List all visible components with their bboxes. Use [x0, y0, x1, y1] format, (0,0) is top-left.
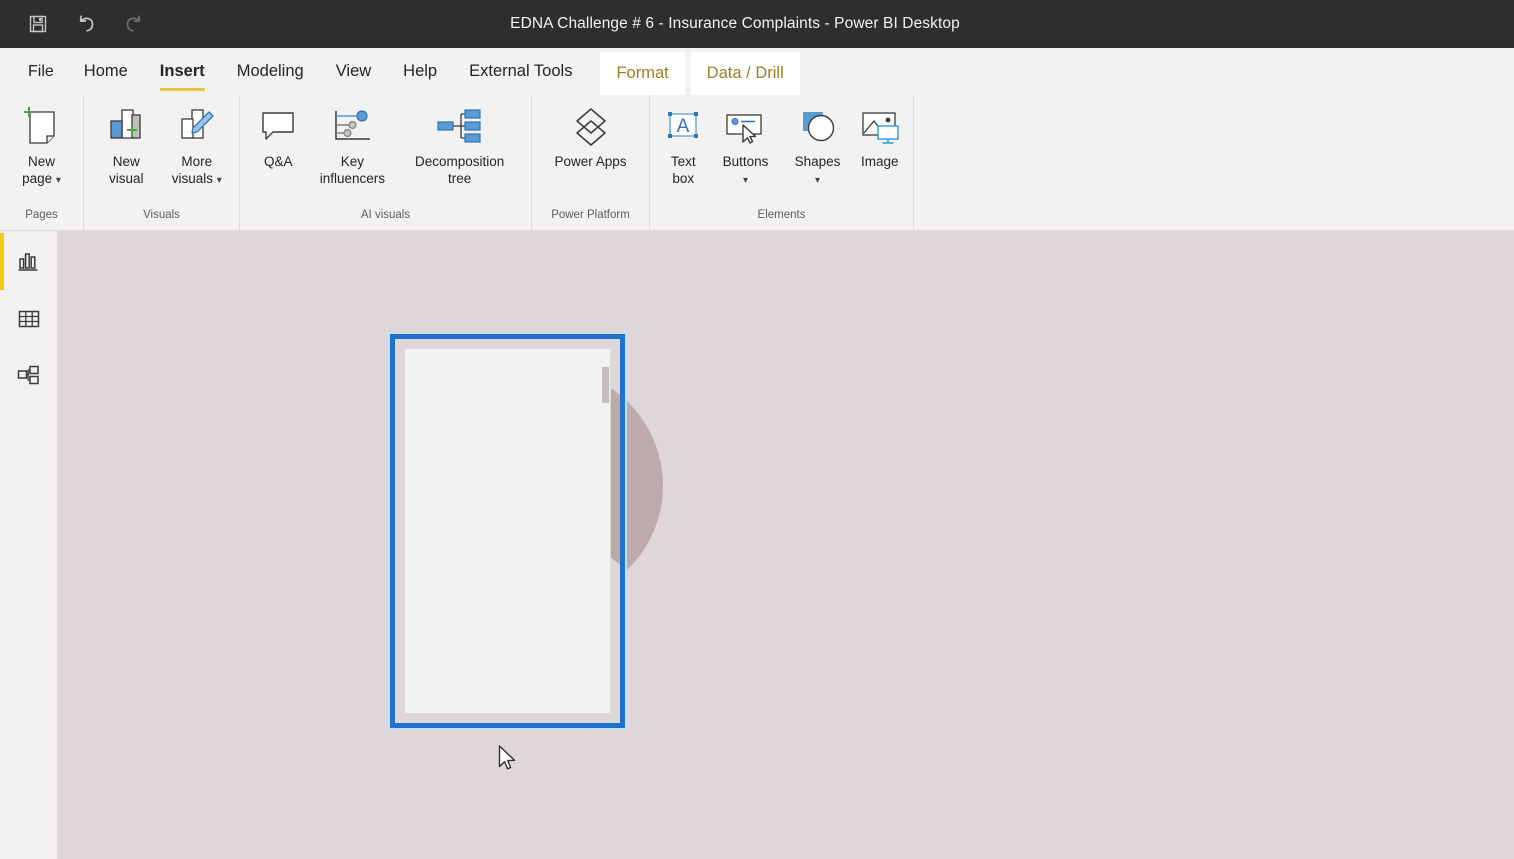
more-visuals-label: More visuals ▾ [171, 154, 222, 186]
ribbon-group-visuals: New visual More visuals ▾ Visuals [84, 95, 240, 230]
new-page-button[interactable]: New page ▾ [8, 101, 75, 197]
key-influencers-button[interactable]: Key influencers [310, 101, 394, 197]
ribbon-tabstrip: File Home Insert Modeling View Help Exte… [0, 48, 1514, 95]
visual-scrollbar[interactable] [602, 367, 609, 403]
new-page-label: New page ▾ [22, 154, 61, 186]
ribbon-body: New page ▾ Pages New visual More visuals… [0, 95, 1514, 231]
image-icon [855, 105, 905, 151]
save-icon [29, 15, 47, 33]
tab-modeling[interactable]: Modeling [221, 48, 320, 95]
new-visual-button[interactable]: New visual [92, 101, 161, 197]
tab-data-drill[interactable]: Data / Drill [690, 52, 800, 95]
key-influencers-icon [326, 105, 378, 151]
shapes-label: Shapes ▾ [794, 154, 841, 186]
new-visual-icon [102, 105, 150, 151]
text-box-icon: A [660, 105, 706, 151]
qa-label: Q&A [263, 154, 293, 169]
tab-view[interactable]: View [320, 48, 387, 95]
redo-icon [126, 15, 141, 32]
qa-icon [256, 105, 300, 151]
undo-button[interactable] [72, 10, 100, 38]
tab-home[interactable]: Home [68, 48, 144, 95]
new-page-icon [19, 105, 65, 151]
more-visuals-button[interactable]: More visuals ▾ [163, 101, 232, 197]
selected-visual-body[interactable] [404, 348, 611, 714]
sidebar-item-data-view[interactable] [0, 290, 58, 347]
ribbon-group-label-visuals: Visuals [143, 209, 180, 221]
tab-help[interactable]: Help [387, 48, 453, 95]
decomposition-tree-icon [432, 105, 488, 151]
report-canvas[interactable] [58, 231, 1514, 859]
ribbon-group-label-elements: Elements [757, 209, 806, 221]
shapes-icon [792, 105, 844, 151]
power-apps-label: Power Apps [554, 154, 627, 169]
shapes-button[interactable]: Shapes ▾ [783, 101, 853, 197]
text-box-label: Text box [670, 154, 696, 186]
power-bi-desktop-window: EDNA Challenge # 6 - Insurance Complaint… [0, 0, 1514, 859]
sidebar-item-model-view[interactable] [0, 347, 58, 404]
sidebar-item-report-view[interactable] [0, 233, 58, 290]
ribbon-group-label-power-platform: Power Platform [551, 209, 630, 221]
buttons-button[interactable]: Buttons ▾ [710, 101, 780, 197]
ribbon: File Home Insert Modeling View Help Exte… [0, 48, 1514, 231]
data-view-icon [18, 310, 40, 327]
ribbon-group-elements: A Text box Buttons ▾ Shapes ▾ Image Elem… [650, 95, 914, 230]
key-influencers-label: Key influencers [319, 154, 385, 186]
title-bar: EDNA Challenge # 6 - Insurance Complaint… [0, 0, 1514, 48]
power-apps-icon [565, 105, 617, 151]
text-box-button[interactable]: A Text box [658, 101, 708, 197]
quick-access-toolbar [0, 10, 148, 38]
undo-icon [79, 15, 94, 32]
ribbon-group-pages: New page ▾ Pages [0, 95, 84, 230]
buttons-icon [719, 105, 771, 151]
ribbon-group-ai-visuals: Q&A Key influencers Decomposition tree A… [240, 95, 532, 230]
more-visuals-icon [173, 105, 221, 151]
ribbon-groups: New page ▾ Pages New visual More visuals… [0, 95, 914, 230]
tab-format[interactable]: Format [600, 52, 685, 95]
mouse-cursor [498, 745, 518, 773]
redo-button[interactable] [120, 10, 148, 38]
tab-file[interactable]: File [0, 48, 68, 95]
decomposition-tree-button[interactable]: Decomposition tree [396, 101, 523, 197]
power-apps-button[interactable]: Power Apps [540, 101, 641, 197]
tab-insert[interactable]: Insert [144, 48, 221, 95]
image-label: Image [860, 154, 899, 169]
view-switcher-sidebar [0, 231, 58, 859]
save-button[interactable] [24, 10, 52, 38]
chevron-down-icon[interactable]: ▾ [217, 175, 222, 186]
decomposition-tree-label: Decomposition tree [414, 154, 505, 186]
new-visual-label: New visual [108, 154, 144, 186]
ribbon-group-label-pages: Pages [25, 209, 58, 221]
ribbon-group-power-platform: Power Apps Power Platform [532, 95, 650, 230]
svg-text:A: A [677, 116, 690, 137]
image-button[interactable]: Image [855, 101, 905, 197]
chevron-down-icon[interactable]: ▾ [56, 175, 61, 186]
selected-visual[interactable] [388, 332, 627, 730]
ribbon-group-label-ai-visuals: AI visuals [360, 209, 411, 221]
model-view-icon [17, 365, 39, 384]
buttons-label: Buttons ▾ [722, 154, 769, 186]
report-view-icon [18, 252, 38, 271]
chevron-down-icon[interactable]: ▾ [743, 175, 748, 186]
qa-button[interactable]: Q&A [248, 101, 308, 197]
chevron-down-icon[interactable]: ▾ [815, 175, 820, 186]
window-title: EDNA Challenge # 6 - Insurance Complaint… [510, 15, 960, 32]
tab-external-tools[interactable]: External Tools [453, 48, 588, 95]
